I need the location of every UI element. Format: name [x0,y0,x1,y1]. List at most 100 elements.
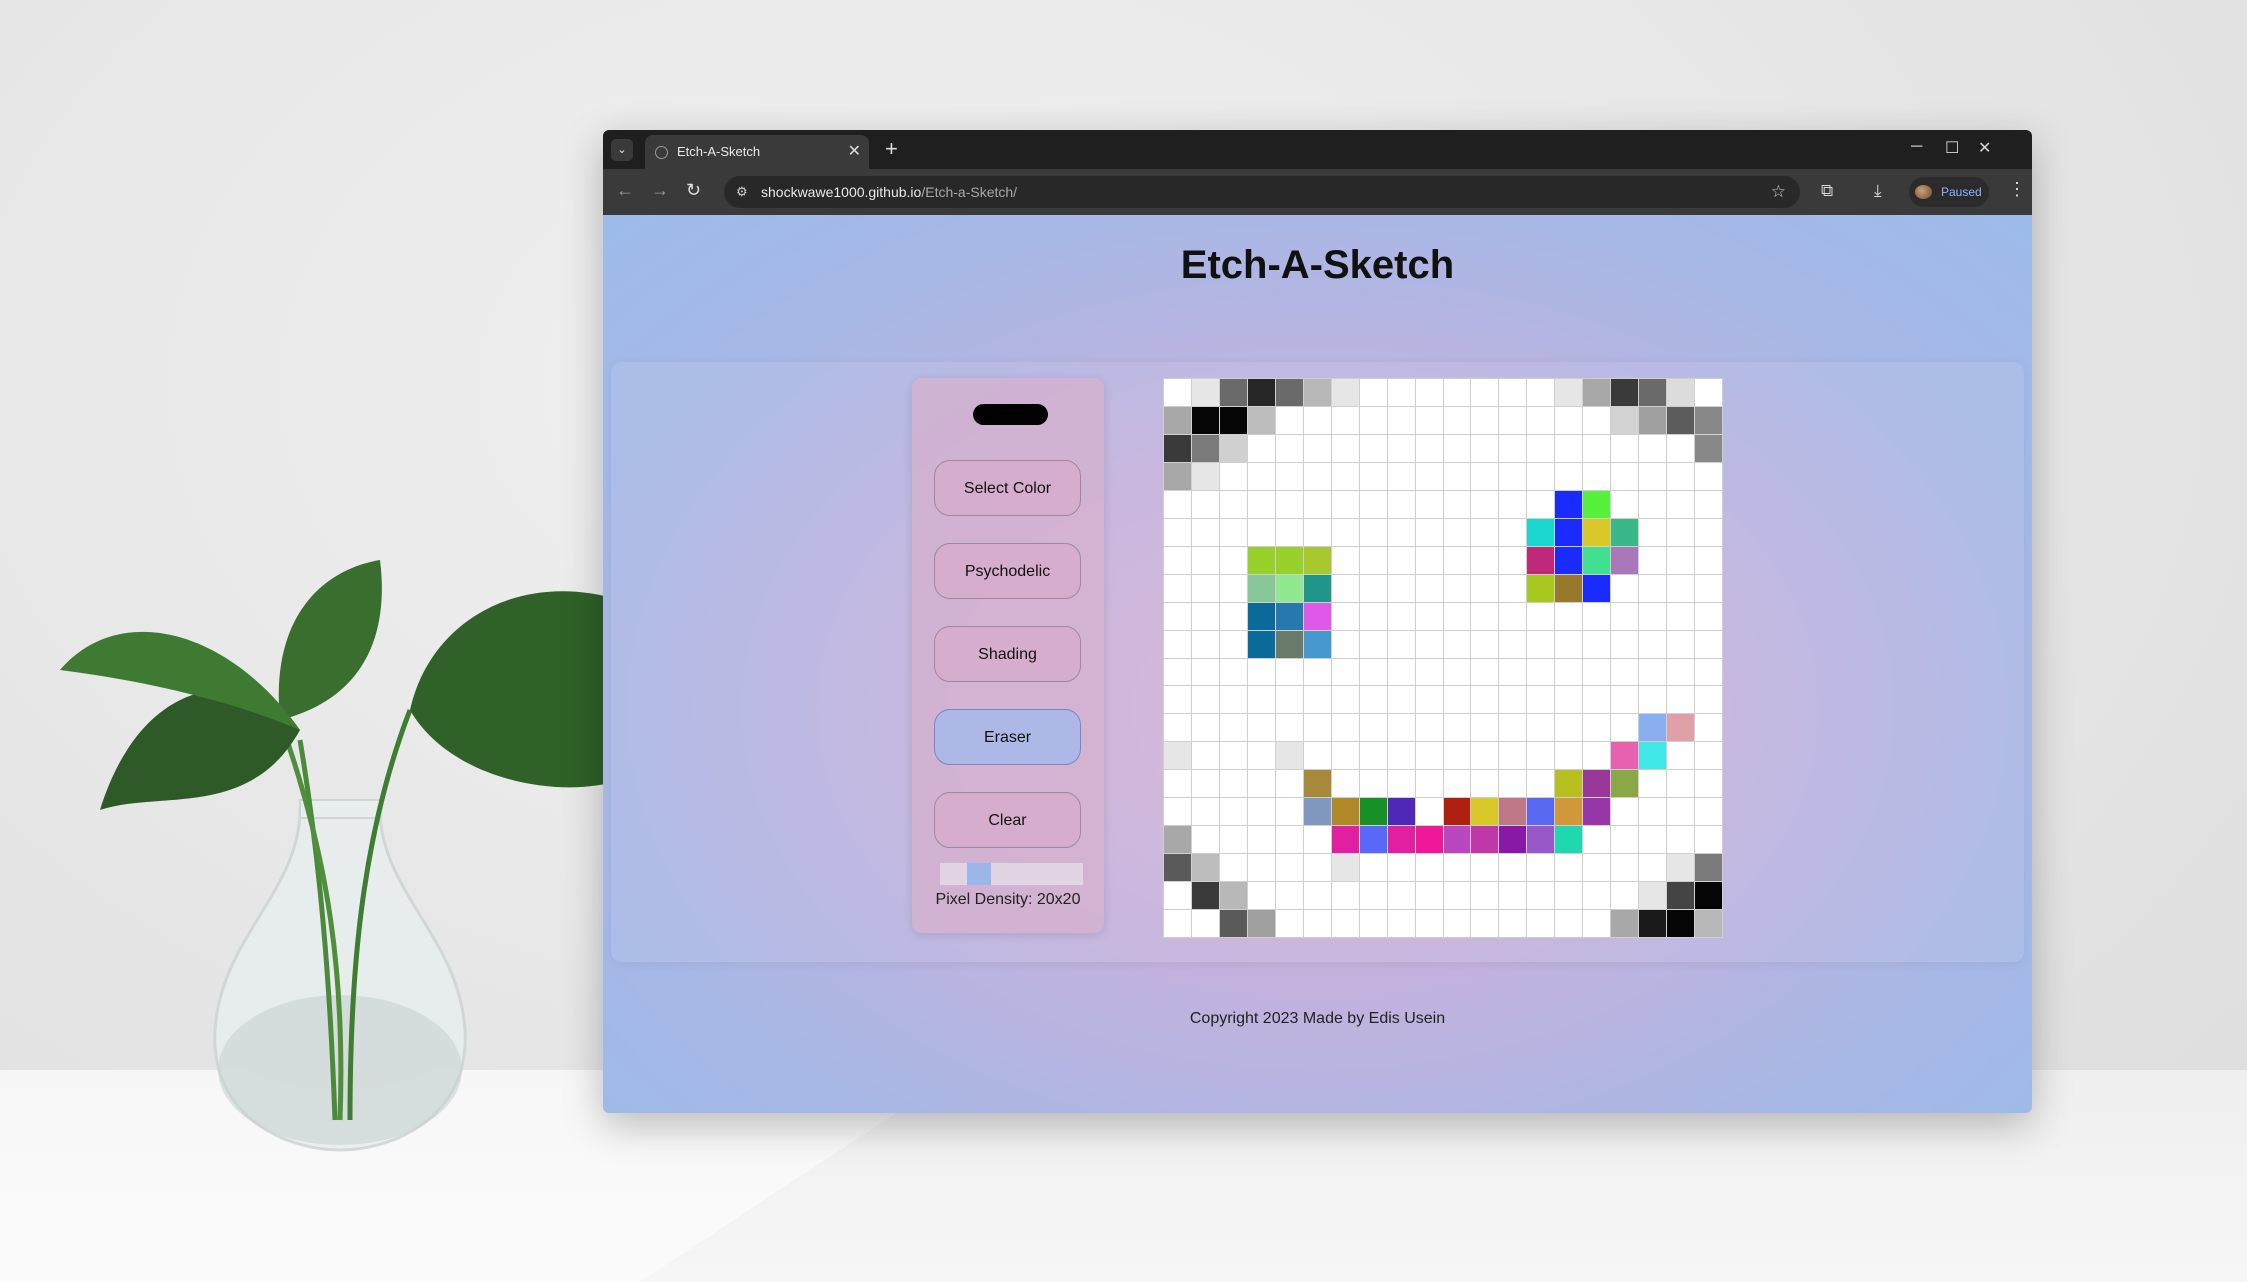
grid-cell[interactable] [1499,742,1527,770]
grid-cell[interactable] [1387,546,1415,574]
grid-cell[interactable] [1695,574,1722,602]
grid-cell[interactable] [1164,546,1191,574]
grid-cell[interactable] [1275,686,1303,714]
grid-cell[interactable] [1415,630,1443,658]
grid-cell[interactable] [1331,770,1359,798]
tab-search-button[interactable]: ⌄ [611,139,633,161]
grid-cell[interactable] [1275,770,1303,798]
grid-cell[interactable] [1639,602,1667,630]
grid-cell[interactable] [1387,406,1415,434]
grid-cell[interactable] [1695,854,1722,882]
grid-cell[interactable] [1191,910,1219,937]
grid-cell[interactable] [1387,602,1415,630]
bookmark-star-icon[interactable]: ☆ [1771,182,1786,202]
url-text[interactable]: shockwawe1000.github.io/Etch-a-Sketch/ [761,184,1017,200]
grid-cell[interactable] [1191,826,1219,854]
grid-cell[interactable] [1387,379,1415,406]
grid-cell[interactable] [1583,658,1611,686]
grid-cell[interactable] [1415,742,1443,770]
grid-cell[interactable] [1275,490,1303,518]
grid-cell[interactable] [1471,518,1499,546]
grid-cell[interactable] [1639,434,1667,462]
grid-cell[interactable] [1499,882,1527,910]
close-window-icon[interactable]: ✕ [1978,138,1991,158]
grid-cell[interactable] [1611,910,1639,937]
grid-cell[interactable] [1275,658,1303,686]
grid-cell[interactable] [1583,602,1611,630]
grid-cell[interactable] [1583,826,1611,854]
grid-cell[interactable] [1695,798,1722,826]
grid-cell[interactable] [1415,379,1443,406]
grid-cell[interactable] [1331,379,1359,406]
grid-cell[interactable] [1331,882,1359,910]
grid-cell[interactable] [1639,406,1667,434]
grid-cell[interactable] [1583,574,1611,602]
grid-cell[interactable] [1219,406,1247,434]
grid-cell[interactable] [1247,630,1275,658]
grid-cell[interactable] [1443,630,1471,658]
grid-cell[interactable] [1443,910,1471,937]
grid-cell[interactable] [1667,630,1695,658]
grid-cell[interactable] [1527,686,1555,714]
grid-cell[interactable] [1527,798,1555,826]
grid-cell[interactable] [1443,770,1471,798]
grid-cell[interactable] [1555,854,1583,882]
grid-cell[interactable] [1471,406,1499,434]
grid-cell[interactable] [1611,854,1639,882]
grid-cell[interactable] [1527,658,1555,686]
grid-cell[interactable] [1387,490,1415,518]
grid-cell[interactable] [1415,602,1443,630]
grid-cell[interactable] [1499,518,1527,546]
grid-cell[interactable] [1331,658,1359,686]
grid-cell[interactable] [1415,854,1443,882]
grid-cell[interactable] [1443,406,1471,434]
grid-cell[interactable] [1164,406,1191,434]
grid-cell[interactable] [1695,406,1722,434]
grid-cell[interactable] [1415,798,1443,826]
grid-cell[interactable] [1611,658,1639,686]
grid-cell[interactable] [1164,714,1191,742]
grid-cell[interactable] [1191,602,1219,630]
grid-cell[interactable] [1443,490,1471,518]
grid-cell[interactable] [1555,882,1583,910]
grid-cell[interactable] [1527,462,1555,490]
grid-cell[interactable] [1639,379,1667,406]
grid-cell[interactable] [1359,574,1387,602]
grid-cell[interactable] [1331,518,1359,546]
grid-cell[interactable] [1164,630,1191,658]
grid-cell[interactable] [1303,882,1331,910]
grid-cell[interactable] [1695,770,1722,798]
grid-cell[interactable] [1359,826,1387,854]
grid-cell[interactable] [1583,462,1611,490]
grid-cell[interactable] [1499,826,1527,854]
grid-cell[interactable] [1639,490,1667,518]
grid-cell[interactable] [1611,546,1639,574]
grid-cell[interactable] [1499,406,1527,434]
grid-cell[interactable] [1527,826,1555,854]
grid-cell[interactable] [1667,602,1695,630]
grid-cell[interactable] [1443,602,1471,630]
grid-cell[interactable] [1443,546,1471,574]
grid-cell[interactable] [1359,462,1387,490]
grid-cell[interactable] [1164,379,1191,406]
grid-cell[interactable] [1695,518,1722,546]
grid-cell[interactable] [1219,462,1247,490]
grid-cell[interactable] [1247,434,1275,462]
grid-cell[interactable] [1611,406,1639,434]
grid-cell[interactable] [1164,742,1191,770]
grid-cell[interactable] [1247,826,1275,854]
grid-cell[interactable] [1443,686,1471,714]
grid-cell[interactable] [1499,434,1527,462]
grid-cell[interactable] [1555,798,1583,826]
grid-cell[interactable] [1527,379,1555,406]
forward-arrow-icon[interactable]: → [651,180,669,201]
grid-cell[interactable] [1331,602,1359,630]
grid-cell[interactable] [1471,686,1499,714]
grid-cell[interactable] [1555,462,1583,490]
profile-button[interactable]: Paused [1909,177,1989,207]
grid-cell[interactable] [1191,490,1219,518]
grid-cell[interactable] [1164,770,1191,798]
grid-cell[interactable] [1499,910,1527,937]
grid-cell[interactable] [1359,406,1387,434]
grid-cell[interactable] [1471,770,1499,798]
